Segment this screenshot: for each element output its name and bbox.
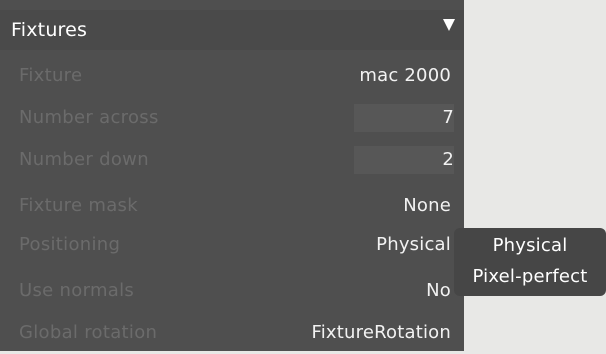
row-use-normals: Use normals No	[0, 270, 464, 312]
fixtures-panel: Fixtures Fixture mac 2000 Number across …	[0, 0, 464, 351]
row-number-down: Number down 2	[0, 139, 464, 181]
menu-option-physical[interactable]: Physical	[454, 231, 606, 261]
positioning-dropdown-menu: Physical Pixel-perfect	[454, 228, 606, 296]
use-normals-select[interactable]: No	[426, 270, 451, 312]
panel-title: Fixtures	[11, 19, 88, 41]
use-normals-label: Use normals	[19, 280, 135, 301]
number-down-value[interactable]: 2	[442, 139, 454, 181]
fixture-select[interactable]: mac 2000	[359, 55, 451, 97]
row-positioning: Positioning Physical	[0, 224, 464, 266]
row-fixture-mask: Fixture mask None	[0, 185, 464, 227]
fixture-mask-select[interactable]: None	[403, 185, 451, 227]
global-rotation-select[interactable]: FixtureRotation	[311, 312, 451, 354]
fixture-label: Fixture	[19, 65, 83, 86]
triangle-down-icon[interactable]	[442, 18, 456, 32]
positioning-select[interactable]: Physical	[376, 224, 451, 266]
number-across-label: Number across	[19, 107, 159, 128]
positioning-label: Positioning	[19, 234, 121, 255]
menu-option-pixel-perfect[interactable]: Pixel-perfect	[454, 262, 606, 292]
row-number-across: Number across 7	[0, 97, 464, 139]
number-across-field[interactable]: 7	[354, 104, 454, 132]
global-rotation-label: Global rotation	[19, 322, 158, 343]
row-global-rotation: Global rotation FixtureRotation	[0, 312, 464, 354]
row-fixture: Fixture mac 2000	[0, 55, 464, 97]
number-across-value[interactable]: 7	[442, 97, 454, 139]
fixture-mask-label: Fixture mask	[19, 195, 138, 216]
number-down-label: Number down	[19, 149, 149, 170]
number-down-field[interactable]: 2	[354, 146, 454, 174]
